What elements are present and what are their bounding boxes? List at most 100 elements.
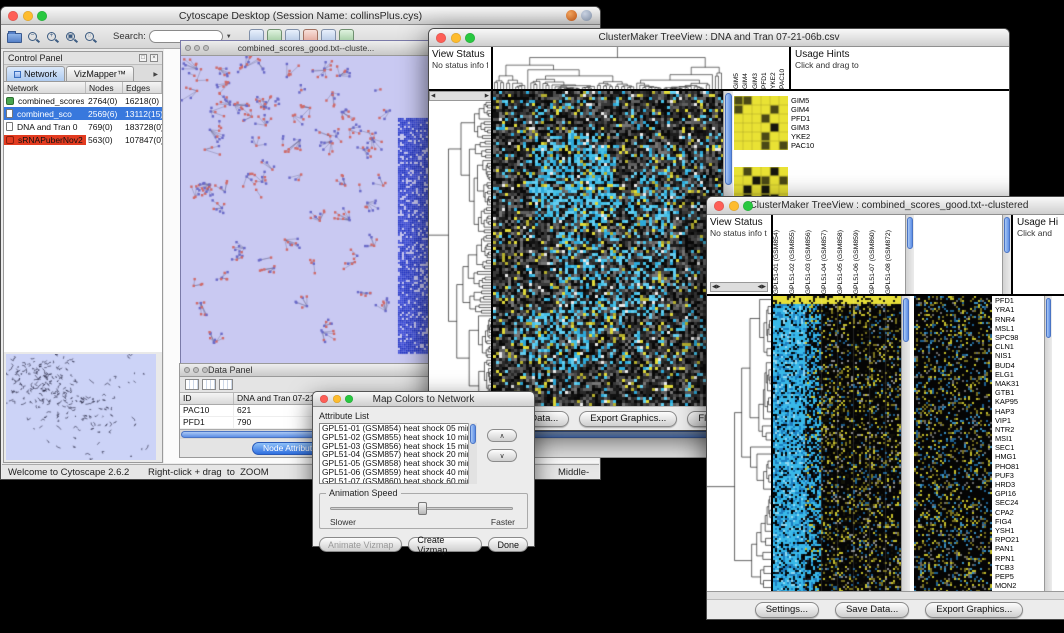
network-graph-canvas[interactable] bbox=[181, 56, 431, 368]
create-attribute-icon[interactable] bbox=[202, 379, 216, 390]
close-button[interactable] bbox=[436, 33, 446, 43]
close-button[interactable] bbox=[320, 395, 328, 403]
maximize-button[interactable] bbox=[203, 45, 209, 51]
gene-label[interactable]: MON2 bbox=[995, 581, 1044, 590]
done-button[interactable]: Done bbox=[488, 537, 528, 552]
treeview-dna-titlebar[interactable]: ClusterMaker TreeView : DNA and Tran 07-… bbox=[429, 29, 1009, 47]
gene-label[interactable]: GIM3 bbox=[791, 123, 825, 132]
gene-label[interactable]: TCB3 bbox=[995, 563, 1044, 572]
attribute-item[interactable]: GPL51-07 (GSM860) heat shock 60 min bbox=[320, 477, 476, 484]
tree-hscrollbar[interactable]: ◀▶ bbox=[429, 91, 491, 101]
treeview-combined-titlebar[interactable]: ClusterMaker TreeView : combined_scores_… bbox=[707, 197, 1064, 215]
minimize-button[interactable] bbox=[729, 201, 739, 211]
scrollbar-thumb[interactable] bbox=[1004, 217, 1010, 253]
float-button[interactable] bbox=[202, 367, 208, 373]
gene-label[interactable]: KAP95 bbox=[995, 397, 1044, 406]
close-panel-icon[interactable]: × bbox=[150, 54, 158, 62]
minimize-button[interactable] bbox=[194, 45, 200, 51]
gene-label[interactable]: HAP3 bbox=[995, 407, 1044, 416]
labels-vscrollbar[interactable] bbox=[1002, 215, 1011, 294]
gene-label[interactable]: PAN1 bbox=[995, 544, 1044, 553]
tree-hscrollbar[interactable]: ◀▶◀▶ bbox=[710, 282, 768, 292]
speed-slider[interactable] bbox=[330, 507, 513, 510]
scrollbar-thumb[interactable] bbox=[903, 298, 909, 342]
zoom-button[interactable] bbox=[743, 201, 753, 211]
zoom-fit-icon[interactable]: ▣ bbox=[63, 29, 79, 45]
network-row[interactable]: DNA and Tran 0 769(0) 183728(0) bbox=[4, 120, 162, 133]
minimize-button[interactable] bbox=[451, 33, 461, 43]
gene-label[interactable]: CPA2 bbox=[995, 508, 1044, 517]
gene-label[interactable]: RPN1 bbox=[995, 554, 1044, 563]
minimize-button[interactable] bbox=[333, 395, 341, 403]
move-down-button[interactable]: ∨ bbox=[487, 449, 517, 462]
gene-label[interactable]: PFD1 bbox=[791, 114, 825, 123]
settings-button[interactable]: Settings... bbox=[755, 602, 819, 618]
tab-overflow-arrow[interactable]: ▶ bbox=[153, 71, 162, 81]
secondary-heatmap[interactable] bbox=[914, 296, 992, 591]
col-header-nodes[interactable]: Nodes bbox=[86, 82, 123, 93]
zoom-button[interactable] bbox=[465, 33, 475, 43]
gene-label[interactable]: MAK31 bbox=[995, 379, 1044, 388]
select-attributes-icon[interactable] bbox=[185, 379, 199, 390]
close-button[interactable] bbox=[8, 11, 18, 21]
network-view-titlebar[interactable]: combined_scores_good.txt--cluste... bbox=[181, 41, 431, 56]
gene-label[interactable]: FIG4 bbox=[995, 517, 1044, 526]
scrollbar-thumb[interactable] bbox=[907, 217, 913, 249]
minimize-button[interactable] bbox=[23, 11, 33, 21]
gene-list-vscrollbar[interactable] bbox=[1044, 296, 1052, 591]
search-dropdown-arrow[interactable]: ▼ bbox=[226, 34, 232, 40]
gene-label[interactable]: YSH1 bbox=[995, 526, 1044, 535]
main-titlebar[interactable]: Cytoscape Desktop (Session Name: collins… bbox=[1, 7, 600, 25]
gene-label[interactable]: GTB1 bbox=[995, 388, 1044, 397]
create-vizmap-button[interactable]: Create Vizmap bbox=[408, 537, 482, 552]
zoom-button[interactable] bbox=[345, 395, 353, 403]
save-data-button[interactable]: Save Data... bbox=[835, 602, 909, 618]
close-button[interactable] bbox=[184, 367, 190, 373]
move-up-button[interactable]: ∧ bbox=[487, 429, 517, 442]
gene-dendrogram[interactable] bbox=[429, 101, 491, 406]
zoom-button[interactable] bbox=[37, 11, 47, 21]
slider-thumb[interactable] bbox=[418, 502, 427, 515]
gene-label[interactable]: MSL1 bbox=[995, 324, 1044, 333]
export-graphics-button[interactable]: Export Graphics... bbox=[579, 411, 677, 427]
gene-label[interactable]: ELG1 bbox=[995, 370, 1044, 379]
network-row-destroyed[interactable]: sRNAPuberNov2 563(0) 107847(0) bbox=[4, 133, 162, 146]
gene-label[interactable]: SEC24 bbox=[995, 498, 1044, 507]
gene-label[interactable]: GPI16 bbox=[995, 489, 1044, 498]
list-vscrollbar[interactable] bbox=[468, 423, 477, 484]
expression-heatmap[interactable] bbox=[773, 296, 901, 591]
zoom-in-icon[interactable]: + bbox=[44, 29, 60, 45]
zoom-selected-icon[interactable]: ◌ bbox=[82, 29, 98, 45]
col-header-edges[interactable]: Edges bbox=[123, 82, 162, 93]
gene-label[interactable]: PEP5 bbox=[995, 572, 1044, 581]
network-row-selected[interactable]: combined_sco 2569(6) 13112(15) bbox=[4, 107, 162, 120]
gene-label[interactable]: PUF3 bbox=[995, 471, 1044, 480]
tab-network[interactable]: Network bbox=[6, 66, 65, 81]
gene-label[interactable]: MSI1 bbox=[995, 434, 1044, 443]
open-file-icon[interactable] bbox=[7, 33, 22, 43]
gene-label[interactable]: YRA1 bbox=[995, 305, 1044, 314]
gene-label[interactable]: BUD4 bbox=[995, 361, 1044, 370]
gene-label[interactable]: NTR2 bbox=[995, 425, 1044, 434]
column-dendrogram[interactable] bbox=[493, 47, 723, 89]
col-header-network[interactable]: Network bbox=[4, 82, 86, 93]
gene-dendrogram[interactable] bbox=[707, 296, 771, 591]
dialog-titlebar[interactable]: Map Colors to Network bbox=[313, 392, 534, 407]
gene-label[interactable]: SPC98 bbox=[995, 333, 1044, 342]
gene-label[interactable]: PAC10 bbox=[791, 141, 825, 150]
gene-label[interactable]: NIS1 bbox=[995, 351, 1044, 360]
close-button[interactable] bbox=[185, 45, 191, 51]
gene-label[interactable]: SEC1 bbox=[995, 443, 1044, 452]
float-panel-icon[interactable]: □ bbox=[139, 54, 147, 62]
expression-heatmap[interactable] bbox=[493, 91, 723, 406]
gene-label[interactable]: GIM5 bbox=[791, 96, 825, 105]
export-graphics-button[interactable]: Export Graphics... bbox=[925, 602, 1023, 618]
gene-label[interactable]: HRD3 bbox=[995, 480, 1044, 489]
network-row[interactable]: combined_scores 2764(0) 16218(0) bbox=[4, 94, 162, 107]
zoom-out-icon[interactable]: − bbox=[25, 29, 41, 45]
close-button[interactable] bbox=[714, 201, 724, 211]
network-overview-thumbnail[interactable] bbox=[6, 354, 156, 460]
gene-label[interactable]: RPO21 bbox=[995, 535, 1044, 544]
labels-vscrollbar[interactable] bbox=[905, 215, 914, 294]
col-header-id[interactable]: ID bbox=[180, 393, 234, 404]
